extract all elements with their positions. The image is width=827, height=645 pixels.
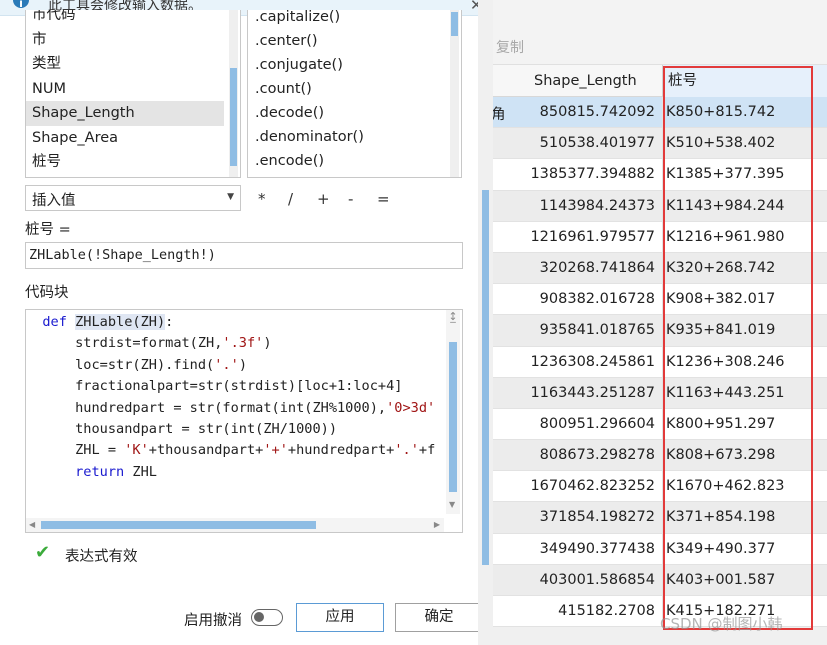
code-block-label: 代码块 xyxy=(25,285,69,301)
apply-button[interactable]: 应用 xyxy=(296,603,384,632)
cell-shape-length[interactable]: 808673.298278 xyxy=(493,447,655,463)
code-lines: def ZHLable(ZH): strdist=format(ZH,'.3f'… xyxy=(26,312,446,483)
method-item[interactable]: .capitalize() xyxy=(248,10,461,29)
pane-scroll-thumb[interactable] xyxy=(482,190,489,565)
methods-scrollbar[interactable] xyxy=(450,10,459,177)
cell-shape-length[interactable]: 800951.296604 xyxy=(493,416,655,432)
checkmark-icon: ✔ xyxy=(35,542,51,563)
cell-shape-length[interactable]: 850815.742092 xyxy=(493,104,655,120)
operator-minus-button[interactable]: - xyxy=(348,190,353,208)
cell-shape-length[interactable]: 349490.377438 xyxy=(493,541,655,557)
info-icon: i xyxy=(13,0,29,10)
cell-shape-length[interactable]: 1143984.24373 xyxy=(493,198,655,214)
cell-shape-length[interactable]: 1670462.823252 xyxy=(493,478,655,494)
method-item[interactable]: .conjugate() xyxy=(248,53,461,77)
field-item[interactable]: Shape_Area xyxy=(26,126,224,151)
code-line: ZHL = 'K'+thousandpart+'+'+hundredpart+'… xyxy=(26,442,436,459)
fields-scrollbar[interactable] xyxy=(229,10,238,177)
field-item[interactable]: 市代码 xyxy=(26,10,224,28)
cell-shape-length[interactable]: 1163443.251287 xyxy=(493,385,655,401)
cell-shape-length[interactable]: 320268.741864 xyxy=(493,260,655,276)
cell-shape-length[interactable]: 510538.401977 xyxy=(493,135,655,151)
insert-value-label: 插入值 xyxy=(32,193,76,209)
code-vertical-scrollbar[interactable]: ↕ ‾ ▼ xyxy=(446,310,460,514)
cell-shape-length[interactable]: 935841.018765 xyxy=(493,322,655,338)
methods-list[interactable]: .capitalize() .center() .conjugate() .co… xyxy=(247,10,462,178)
method-item[interactable]: .center() xyxy=(248,29,461,53)
operator-divide-button[interactable]: / xyxy=(288,190,293,208)
cell-shape-length[interactable]: 1385377.394882 xyxy=(493,166,655,182)
close-icon[interactable]: ✕ xyxy=(470,0,478,14)
chevron-down-icon: ▼ xyxy=(227,192,234,202)
cell-shape-length[interactable]: 1216961.979577 xyxy=(493,229,655,245)
cell-shape-length[interactable]: 403001.586854 xyxy=(493,572,655,588)
method-item[interactable]: .decode() xyxy=(248,101,461,125)
arrow-right-icon[interactable]: ▶ xyxy=(434,520,440,529)
method-item[interactable]: .count() xyxy=(248,77,461,101)
split-icon[interactable]: ↕ ‾ xyxy=(446,311,460,332)
table-toolbar: 复制 xyxy=(493,0,827,65)
fields-scroll-thumb[interactable] xyxy=(230,68,237,166)
method-item[interactable]: .denominator() xyxy=(248,125,461,149)
code-line: thousandpart = str(int(ZH/1000)) xyxy=(26,420,337,437)
field-item[interactable]: 桩号 xyxy=(26,150,224,175)
field-item[interactable]: 市 xyxy=(26,28,224,53)
operator-plus-button[interactable]: + xyxy=(317,190,330,208)
validation-message: 表达式有效 xyxy=(65,549,138,565)
arrow-left-icon[interactable]: ◀ xyxy=(29,520,35,529)
highlight-annotation-box xyxy=(663,66,813,630)
toggle-knob xyxy=(254,612,264,622)
copy-button[interactable]: 复制 xyxy=(496,37,524,57)
watermark: CSDN @制图小韩 xyxy=(660,615,783,633)
calculate-field-pane: i 此工具会修改输入数据。 ✕ 市代码 市 类型 NUM Shape_Lengt… xyxy=(0,0,478,645)
expression-input[interactable]: ZHLable(!Shape_Length!) xyxy=(25,242,463,269)
expression-label: 桩号 = xyxy=(25,222,71,238)
code-horizontal-scroll-thumb[interactable] xyxy=(41,521,316,529)
code-line: return ZHL xyxy=(75,463,157,480)
code-horizontal-scrollbar[interactable]: ◀ ▶ xyxy=(26,518,444,532)
code-line: strdist=format(ZH,'.3f') xyxy=(26,335,272,352)
methods-scroll-thumb[interactable] xyxy=(451,12,458,36)
code-block-editor[interactable]: def ZHLable(ZH): strdist=format(ZH,'.3f'… xyxy=(25,309,463,533)
operator-equals-button[interactable]: = xyxy=(377,190,390,208)
enable-undo-label: 启用撤消 xyxy=(184,613,242,629)
insert-value-dropdown[interactable]: 插入值 ▼ xyxy=(25,185,241,211)
cell-shape-length[interactable]: 1236308.245861 xyxy=(493,354,655,370)
code-line: def ZHLable(ZH): xyxy=(42,314,174,330)
column-header-shape-length[interactable]: Shape_Length xyxy=(534,73,637,89)
field-item-selected[interactable]: Shape_Length xyxy=(26,101,224,126)
cell-shape-length[interactable]: 371854.198272 xyxy=(493,509,655,525)
code-line: hundredpart = str(format(int(ZH%1000),'0… xyxy=(26,399,436,416)
operator-multiply-button[interactable]: * xyxy=(258,190,266,208)
cell-shape-length[interactable]: 415182.2708 xyxy=(493,603,655,619)
code-line: fractionalpart=str(strdist)[loc+1:loc+4] xyxy=(26,378,403,395)
method-item[interactable]: .encode() xyxy=(248,149,461,173)
pane-scrollbar[interactable] xyxy=(478,0,493,645)
field-item[interactable]: NUM xyxy=(26,77,224,102)
field-item[interactable]: 类型 xyxy=(26,52,224,77)
enable-undo-toggle[interactable] xyxy=(251,609,283,626)
cell-shape-length[interactable]: 908382.016728 xyxy=(493,291,655,307)
arrow-down-icon[interactable]: ▼ xyxy=(449,500,455,509)
fields-list[interactable]: 市代码 市 类型 NUM Shape_Length Shape_Area 桩号 xyxy=(25,10,241,178)
ok-button[interactable]: 确定 xyxy=(395,603,478,632)
code-vertical-scroll-thumb[interactable] xyxy=(449,342,457,492)
code-line: loc=str(ZH).find('.') xyxy=(26,356,247,373)
